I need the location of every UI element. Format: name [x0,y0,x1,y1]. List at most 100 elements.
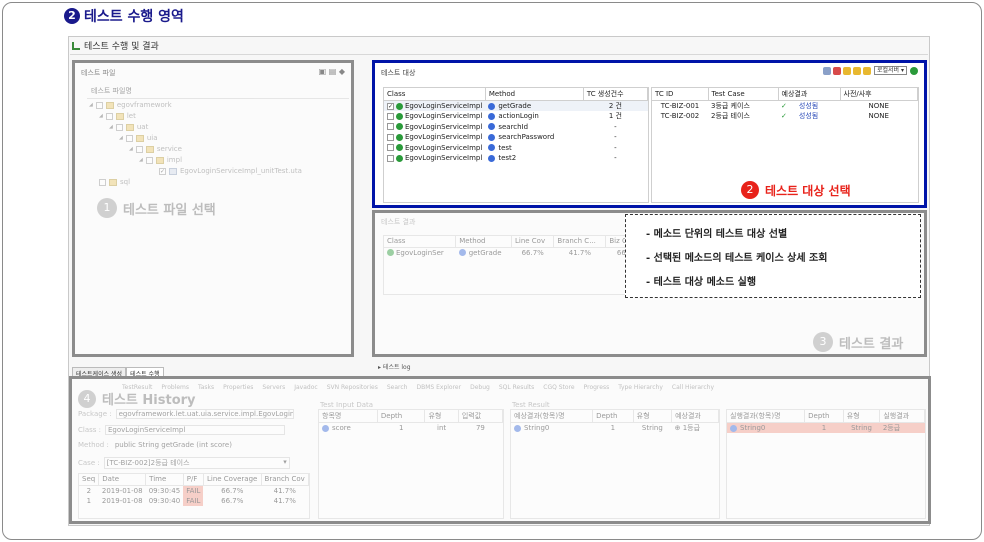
package-field[interactable]: egovframework.let.uat.uia.service.impl.E… [115,409,294,419]
table-row[interactable]: EgovLoginServiceImpl test - [384,143,648,154]
col-branch-cov[interactable]: Branch Cov [261,474,310,486]
col-input-value[interactable]: 입력값 [458,410,504,423]
col-time[interactable]: Time [145,474,184,486]
view-tab[interactable]: Search [387,384,408,391]
col-pf[interactable]: P/F [183,474,204,486]
col-method[interactable]: Method [485,88,584,101]
row-checkbox[interactable] [387,102,394,110]
tree-checkbox[interactable] [125,134,133,142]
cell-test-case[interactable]: 3등급 케이스 [708,101,778,112]
col-date[interactable]: Date [98,474,147,486]
view-tab[interactable]: Javadoc [294,384,317,391]
col-line-coverage[interactable]: Line Coverage [203,474,262,486]
view-tab[interactable]: Type Hierarchy [618,384,663,391]
col-depth[interactable]: Depth [592,410,634,423]
cell-tc-id[interactable]: TC-BIZ-002 [652,111,708,122]
server-select[interactable]: 로컬서버 ▾ [873,66,907,75]
table-row[interactable]: String0 1 String ⊕ 1등급 [511,423,719,434]
expand-icon[interactable]: ◢ [139,157,143,163]
col-tc-count[interactable]: TC 생성건수 [583,88,649,101]
col-class[interactable]: Class [384,236,457,248]
row-checkbox[interactable] [387,133,394,141]
col-actual-name[interactable]: 실행결과(항목)명 [727,410,806,423]
tree-item-let[interactable]: ◢ let [99,112,136,120]
tree-item-service[interactable]: ◢ service [129,145,182,153]
tree-item-uat[interactable]: ◢ uat [109,123,148,131]
view-tab[interactable]: SQL Results [499,384,534,391]
tree-checkbox[interactable] [159,167,166,175]
view-tab[interactable]: Call Hierarchy [672,384,714,391]
view-tab[interactable]: Servers [262,384,285,391]
pane-toolbar-icons[interactable]: ▣ ▤ ◆ [319,67,345,76]
view-tab[interactable]: Debug [470,384,490,391]
tree-checkbox[interactable] [105,112,113,120]
expand-icon[interactable]: ◢ [99,113,103,119]
case-select[interactable]: [TC-BIZ-002]2등급 테이스 ▾ [103,457,290,469]
view-tab[interactable]: Properties [223,384,253,391]
run-icon[interactable] [910,66,918,75]
table-row[interactable]: 1 2019-01-08 09:30:40 FAIL 66.7% 41.7% [79,495,309,506]
tree-item-sql[interactable]: sql [99,178,130,186]
tree-checkbox[interactable] [145,156,153,164]
table-row[interactable]: EgovLoginServiceImpl searchId - [384,122,648,133]
cell-test-case[interactable]: 2등급 테이스 [708,111,778,122]
col-expected-name[interactable]: 예상결과(항목)명 [511,410,594,423]
edit-icon[interactable] [862,66,871,75]
table-row[interactable]: EgovLoginSer getGrade 66.7% 41.7% 66.7 [384,247,644,258]
tree-checkbox[interactable] [115,123,123,131]
tree-item-uia[interactable]: ◢ uia [119,134,158,142]
col-line-cov[interactable]: Line Cov [511,236,555,248]
expand-icon[interactable]: ◢ [89,102,93,108]
row-checkbox[interactable] [387,123,394,131]
col-test-case[interactable]: Test Case [708,88,779,101]
copy-icon[interactable] [822,66,831,75]
view-tab[interactable]: DBMS Explorer [416,384,461,391]
row-checkbox[interactable] [387,112,394,120]
col-type[interactable]: 유형 [424,410,459,423]
col-depth[interactable]: Depth [804,410,844,423]
cell-tc-id[interactable]: TC-BIZ-001 [652,101,708,112]
table-row[interactable]: EgovLoginServiceImpl test2 - [384,153,648,164]
log-label[interactable]: ▸ 테스트 log [378,362,411,371]
table-row[interactable]: score 1 int 79 [319,423,503,434]
delete-icon[interactable] [832,66,841,75]
tree-checkbox[interactable] [135,145,143,153]
expand-icon[interactable]: ◢ [129,146,133,152]
col-expected-value[interactable]: 예상결과 [671,410,719,423]
col-type[interactable]: 유형 [843,410,881,423]
col-method[interactable]: Method [455,236,512,248]
tree-checkbox[interactable] [95,101,103,109]
table-row[interactable]: EgovLoginServiceImpl getGrade 2 건 [384,100,648,111]
col-class[interactable]: Class [384,88,486,101]
table-row[interactable]: EgovLoginServiceImpl searchPassword - [384,132,648,143]
tree-item-test-file[interactable]: EgovLoginServiceImpl_unitTest.uta [159,167,302,175]
col-branch-cov[interactable]: Branch C... [553,236,607,248]
expand-icon[interactable]: ◢ [119,135,123,141]
table-row[interactable]: TC-BIZ-001 3등급 케이스 ✓ 성성됨 NONE [652,101,918,112]
table-row[interactable]: 2 2019-01-08 09:30:45 FAIL 66.7% 41.7% [79,485,309,496]
table-row[interactable]: EgovLoginServiceImpl actionLogin 1 건 [384,111,648,122]
view-tab[interactable]: SVN Repositories [327,384,378,391]
tree-item-impl[interactable]: ◢ impl [139,156,182,164]
table-row[interactable]: String0 1 String 2등급 [727,422,925,433]
tree-item-egovframework[interactable]: ◢ egovframework [89,101,172,109]
col-expected[interactable]: 예상결과 [778,88,841,101]
view-tab[interactable]: Tasks [198,384,214,391]
row-checkbox[interactable] [387,144,394,152]
col-type[interactable]: 유형 [633,410,673,423]
col-prepost[interactable]: 사전/사후 [840,88,918,101]
col-tc-id[interactable]: TC ID [652,88,709,101]
col-item-name[interactable]: 항목명 [319,410,378,423]
tree-checkbox[interactable] [99,178,106,186]
arrow-up-icon[interactable] [842,66,851,75]
view-tab[interactable]: Progress [584,384,610,391]
class-field[interactable]: EgovLoginServiceImpl [105,425,285,435]
arrow-down-icon[interactable] [852,66,861,75]
col-seq[interactable]: Seq [79,474,100,486]
view-tab[interactable]: CGQ Store [543,384,574,391]
col-depth[interactable]: Depth [377,410,426,423]
col-actual-value[interactable]: 실행결과 [879,410,925,423]
table-row[interactable]: TC-BIZ-002 2등급 테이스 ✓ 성성됨 NONE [652,111,918,122]
expand-icon[interactable]: ◢ [109,124,113,130]
row-checkbox[interactable] [387,154,394,162]
